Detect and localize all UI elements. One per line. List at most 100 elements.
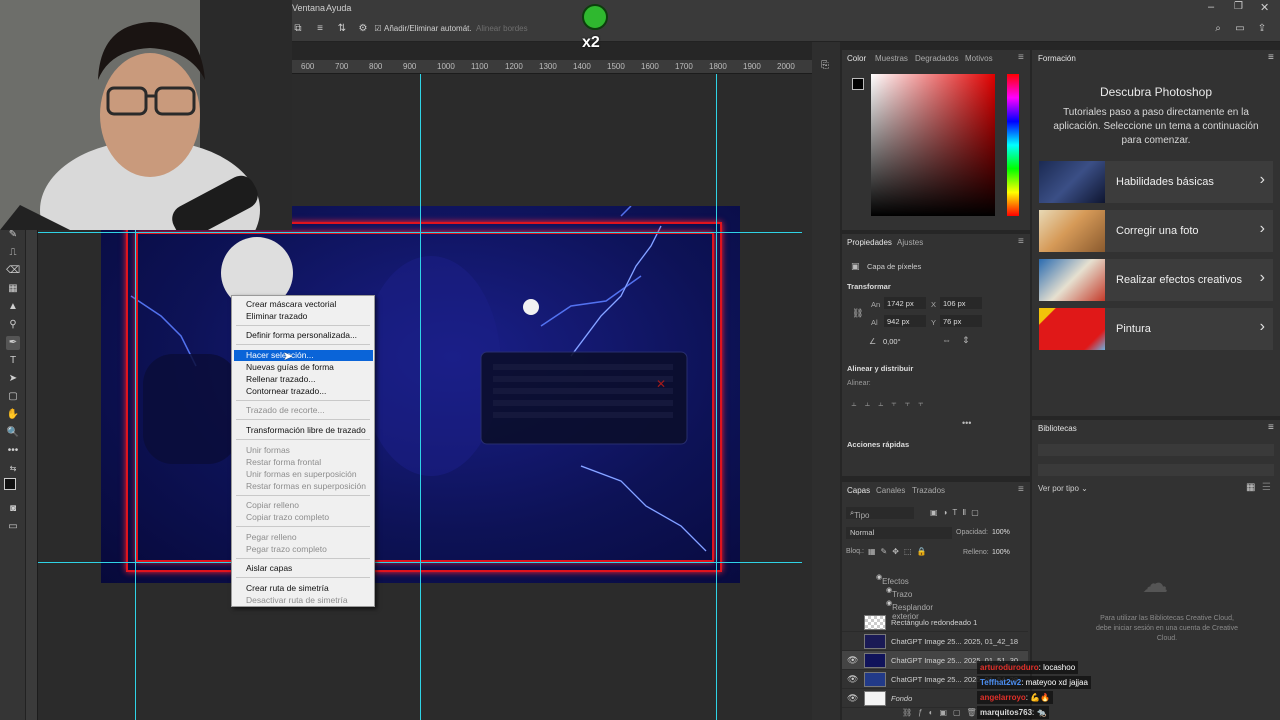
tutorial-card-habilidades[interactable]: Habilidades básicas › xyxy=(1039,161,1273,203)
tab-ajustes[interactable]: Ajustes xyxy=(897,238,923,247)
eye-icon[interactable]: 👁 xyxy=(847,674,858,685)
tab-color[interactable]: Color xyxy=(847,54,866,63)
menu-item-transformacion-libre[interactable]: Transformación libre de trazado xyxy=(246,425,366,435)
eraser-tool-icon[interactable]: ⌫ xyxy=(6,264,20,278)
grid-view-icon[interactable]: ▦ xyxy=(1246,482,1255,493)
path-align-icon[interactable]: ≡ xyxy=(314,23,326,35)
panel-menu-icon[interactable]: ≡ xyxy=(1268,422,1274,433)
close-icon[interactable]: ✕ xyxy=(1260,1,1269,14)
more-options-icon[interactable]: ••• xyxy=(962,418,971,428)
panel-menu-icon[interactable]: ≡ xyxy=(1018,484,1024,495)
tab-trazados[interactable]: Trazados xyxy=(912,486,945,495)
minimize-icon[interactable]: – xyxy=(1208,1,1214,13)
menu-ventana[interactable]: Ventana xyxy=(292,3,325,13)
guide-horizontal[interactable] xyxy=(38,562,802,563)
path-arrange-icon[interactable]: ⇅ xyxy=(336,23,348,35)
workspace-icon[interactable]: ▭ xyxy=(1234,23,1246,35)
tab-degradados[interactable]: Degradados xyxy=(915,54,959,63)
gear-icon[interactable]: ⚙ xyxy=(357,23,369,35)
shape-tool-icon[interactable]: ▢ xyxy=(6,390,20,404)
flip-vertical-icon[interactable]: ⇕ xyxy=(962,335,970,346)
align-buttons-icon[interactable]: ⫠⫠⫠⫟⫟⫟ xyxy=(851,398,932,409)
foreground-color-swatch[interactable] xyxy=(4,478,16,490)
guide-vertical[interactable] xyxy=(716,74,717,720)
auto-add-checkbox[interactable]: ☑ xyxy=(372,23,384,35)
share-icon[interactable]: ⇪ xyxy=(1256,23,1268,35)
panel-menu-icon[interactable]: ≡ xyxy=(1018,236,1024,247)
swap-colors-icon[interactable]: ⇆ xyxy=(6,462,20,476)
hand-tool-icon[interactable]: ✋ xyxy=(6,408,20,422)
guide-horizontal[interactable] xyxy=(38,232,802,233)
menu-item-rellenar-trazado[interactable]: Rellenar trazado... xyxy=(246,374,315,384)
tab-bibliotecas[interactable]: Bibliotecas xyxy=(1038,424,1077,433)
tab-formacion[interactable]: Formación xyxy=(1038,54,1076,63)
tutorial-card-efectos[interactable]: Realizar efectos creativos › xyxy=(1039,259,1273,301)
opacity-field[interactable]: 100% xyxy=(992,529,1010,536)
effects-row[interactable]: ◉ Efectos xyxy=(876,573,909,586)
library-search-input[interactable] xyxy=(1038,444,1274,456)
more-tools-icon[interactable]: ••• xyxy=(6,444,20,458)
effect-resplandor[interactable]: ◉ Resplandor exterior xyxy=(886,599,933,621)
menu-item-definir-forma[interactable]: Definir forma personalizada... xyxy=(246,330,357,340)
link-icon[interactable]: ⛓ xyxy=(852,308,863,319)
lock-icons[interactable]: ▦✎✥⬚🔒 xyxy=(868,547,931,556)
width-field[interactable]: 1742 px xyxy=(884,297,926,309)
blend-mode-select[interactable]: Normal xyxy=(846,527,952,539)
layer-row[interactable]: ChatGPT Image 25... 2025, 01_42_18 xyxy=(842,632,1028,651)
view-by-type-select[interactable]: Ver por tipo ⌄ xyxy=(1038,484,1088,493)
eye-icon[interactable]: 👁 xyxy=(847,693,858,704)
panel-menu-icon[interactable]: ≡ xyxy=(1268,52,1274,63)
menu-item-crear-simetria[interactable]: Crear ruta de simetría xyxy=(246,583,329,593)
menu-item-nuevas-guias[interactable]: Nuevas guías de forma xyxy=(246,362,334,372)
flip-horizontal-icon[interactable]: ⇔ xyxy=(942,335,951,345)
eye-icon[interactable]: 👁 xyxy=(847,655,858,666)
zoom-tool-icon[interactable]: 🔍 xyxy=(6,426,20,440)
menu-ayuda[interactable]: Ayuda xyxy=(326,3,351,13)
guide-vertical[interactable] xyxy=(420,74,421,720)
dodge-tool-icon[interactable]: ⚲ xyxy=(6,318,20,332)
tab-capas[interactable]: Capas xyxy=(847,486,870,495)
menu-item-aislar-capas[interactable]: Aislar capas xyxy=(246,563,292,573)
y-field[interactable]: 76 px xyxy=(940,315,982,327)
screen-mode-icon[interactable]: ▭ xyxy=(6,520,20,534)
tutorial-card-corregir[interactable]: Corregir una foto › xyxy=(1039,210,1273,252)
path-select-tool-icon[interactable]: ➤ xyxy=(6,372,20,386)
menu-item-hacer-seleccion[interactable]: Hacer selección... xyxy=(246,350,314,360)
type-tool-icon[interactable]: T xyxy=(6,354,20,368)
pen-tool-icon[interactable]: ✒ xyxy=(6,336,20,350)
restore-icon[interactable]: ❐ xyxy=(1234,1,1243,12)
angle-field[interactable]: 0,00° xyxy=(880,335,916,347)
fg-swatch[interactable] xyxy=(852,78,864,90)
layer-row[interactable]: Rectángulo redondeado 1 xyxy=(842,613,1028,632)
small-white-circle[interactable] xyxy=(523,299,539,315)
hue-slider[interactable] xyxy=(1007,74,1019,216)
tab-motivos[interactable]: Motivos xyxy=(965,54,993,63)
path-ops-icon[interactable]: ⧉ xyxy=(292,23,304,35)
menu-item-unir-formas: Unir formas xyxy=(246,445,290,455)
ruler-tick-label: 900 xyxy=(403,62,417,71)
color-picker-field[interactable] xyxy=(871,74,995,216)
layer-filter-select[interactable]: ⌕ Tipo xyxy=(846,507,914,520)
x-field[interactable]: 106 px xyxy=(940,297,982,309)
tab-canales[interactable]: Canales xyxy=(876,486,905,495)
effect-trazo[interactable]: ◉ Trazo xyxy=(886,586,912,599)
gradient-tool-icon[interactable]: ▦ xyxy=(6,282,20,296)
search-icon[interactable]: ⌕ xyxy=(1212,23,1224,35)
fill-field[interactable]: 100% xyxy=(992,549,1010,556)
filter-icons[interactable]: ▣◑TⅡ▢ xyxy=(930,508,984,517)
list-view-icon[interactable]: ☰ xyxy=(1262,482,1271,493)
quick-mask-icon[interactable]: ◙ xyxy=(6,502,20,516)
menu-item-eliminar-trazado[interactable]: Eliminar trazado xyxy=(246,311,307,321)
tutorial-card-pintura[interactable]: Pintura › xyxy=(1039,308,1273,350)
tab-propiedades[interactable]: Propiedades xyxy=(847,238,892,247)
height-field[interactable]: 942 px xyxy=(884,315,926,327)
blur-tool-icon[interactable]: ▲ xyxy=(6,300,20,314)
menu-item-contornear-trazado[interactable]: Contornear trazado... xyxy=(246,386,326,396)
brush-tool-icon[interactable]: ✎ xyxy=(6,228,20,242)
tab-muestras[interactable]: Muestras xyxy=(875,54,908,63)
menu-item-crear-mascara[interactable]: Crear máscara vectorial xyxy=(246,299,336,309)
library-select[interactable] xyxy=(1038,464,1274,476)
stamp-tool-icon[interactable]: ⎍ xyxy=(6,246,20,260)
history-icon[interactable]: ⎘ xyxy=(821,60,829,71)
panel-menu-icon[interactable]: ≡ xyxy=(1018,52,1024,63)
